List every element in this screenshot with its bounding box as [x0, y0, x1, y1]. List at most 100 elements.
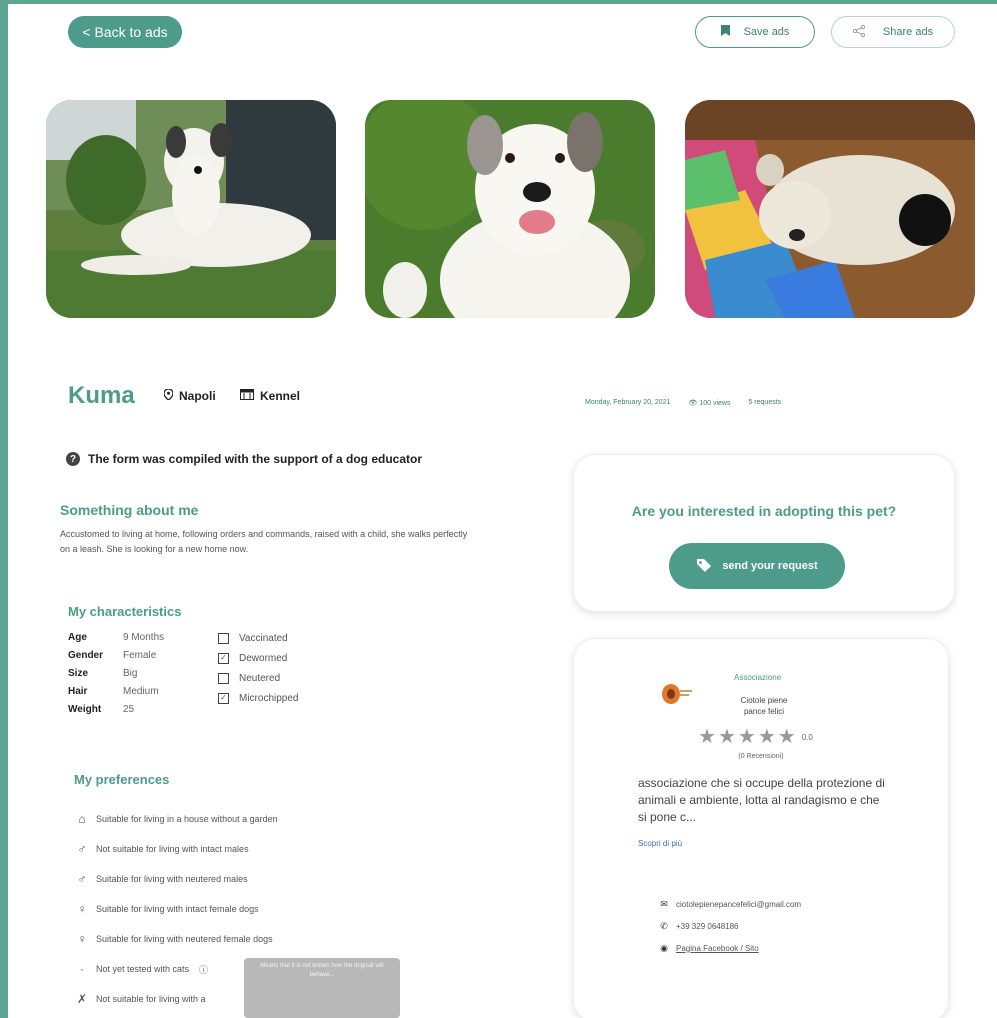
- char-key: Hair: [68, 685, 88, 697]
- email-text: ciotolepienepancefelici@gmail.com: [676, 899, 802, 909]
- char-key: Size: [68, 667, 89, 679]
- pref-label: Not suitable for living with intact male…: [96, 844, 249, 854]
- save-ads-button[interactable]: Save ads: [695, 16, 815, 48]
- male-dog-icon: ♂: [77, 872, 87, 886]
- char-value: 25: [123, 703, 135, 715]
- checkbox-checked-icon: ✓: [218, 692, 229, 704]
- pref-item: ♂ Suitable for living with neutered male…: [74, 864, 278, 894]
- check-vaccinated: Vaccinated: [218, 628, 298, 648]
- send-request-label: send your request: [722, 560, 818, 572]
- pref-label: Not suitable for living with a: [96, 994, 206, 1004]
- info-tooltip: Means that it is not known how the dog/c…: [244, 958, 400, 1018]
- pref-label: Suitable for living in a house without a…: [96, 814, 278, 824]
- check-label: Neutered: [239, 672, 281, 684]
- preferences-title: My preferences: [74, 772, 170, 787]
- contact-email[interactable]: ✉ ciotolepienepancefelici@gmail.com: [658, 893, 801, 915]
- pref-label: Not yet tested with cats: [96, 964, 190, 974]
- star-icon: ★: [737, 726, 756, 748]
- views-label: 100 views: [699, 400, 731, 407]
- pref-item: ♂ Not suitable for living with intact ma…: [74, 834, 278, 864]
- female-dog-icon: ♀: [77, 932, 87, 946]
- pref-item: ♀ Suitable for living with neutered fema…: [74, 924, 278, 954]
- rating-stars: ★ ★ ★ ★ ★ 0.0: [698, 727, 813, 747]
- association-type: Associazione: [734, 673, 782, 682]
- char-key: Gender: [68, 649, 104, 661]
- star-icon: ★: [717, 726, 736, 748]
- info-icon[interactable]: ⓘ: [199, 963, 208, 976]
- star-icon: ★: [777, 726, 796, 748]
- char-value: Big: [123, 667, 138, 679]
- photo-dog-smiling-on-grass[interactable]: [365, 100, 655, 318]
- check-label: Dewormed: [239, 652, 288, 664]
- location-pin-icon: [163, 388, 174, 403]
- contact-phone[interactable]: ✆ +39 329 0648186: [658, 915, 801, 937]
- house-icon: ⌂: [78, 812, 86, 826]
- char-key: Age: [68, 631, 87, 643]
- pref-label: Suitable for living with neutered female…: [96, 934, 273, 944]
- about-text: Accustomed to living at home, following …: [60, 529, 468, 554]
- bookmark-icon: [720, 25, 730, 39]
- share-label: Share ads: [882, 26, 934, 38]
- characteristics-title: My characteristics: [68, 604, 182, 619]
- eye-icon: 👁: [688, 400, 698, 407]
- check-neutered: Neutered: [218, 668, 298, 688]
- male-dog-icon: ♂: [77, 842, 87, 856]
- char-value: Medium: [123, 685, 159, 697]
- check-label: Vaccinated: [239, 632, 288, 644]
- checkbox-icon: [218, 672, 229, 684]
- discover-more-link[interactable]: Scopri di più: [638, 839, 682, 848]
- association-contacts: ✉ ciotolepienepancefelici@gmail.com ✆ +3…: [658, 893, 801, 959]
- check-dewormed: ✓ Dewormed: [218, 648, 298, 668]
- reviews-count: (0 Recensioni): [738, 753, 784, 760]
- association-logo[interactable]: [660, 681, 692, 707]
- share-icon: [852, 24, 866, 40]
- health-checklist: Vaccinated ✓ Dewormed Neutered ✓ Microch…: [218, 628, 298, 708]
- star-icon: ★: [698, 726, 716, 748]
- association-description: associazione che si occupe della protezi…: [638, 776, 885, 824]
- send-request-button[interactable]: send your request: [669, 543, 845, 589]
- page: < Back to ads Save ads Share ads Kuma Na…: [8, 4, 997, 1018]
- links-text: Pagina Facebook / Sito: [676, 943, 759, 953]
- educator-text: The form was compiled with the support o…: [88, 452, 423, 466]
- phone-text: +39 329 0648186: [676, 921, 739, 931]
- adopt-question: Are you interested in adopting this pet?: [631, 503, 897, 519]
- back-to-ads-button[interactable]: < Back to ads: [68, 16, 182, 48]
- association-name[interactable]: Ciotole piene pance felici: [734, 695, 794, 717]
- char-row-age: Age 9 Months: [68, 628, 216, 646]
- check-label: Microchipped: [239, 692, 299, 704]
- ad-views: 👁 100 views: [688, 399, 730, 407]
- photo-dog-curled-on-floor[interactable]: [685, 100, 975, 318]
- tag-icon: [696, 558, 712, 575]
- educator-note: ? The form was compiled with the support…: [66, 452, 422, 466]
- email-icon: ✉: [660, 898, 668, 909]
- star-icon: ★: [757, 726, 776, 748]
- checkbox-checked-icon: ✓: [218, 652, 229, 664]
- association-card: Associazione Ciotole piene pance felici …: [573, 638, 949, 1018]
- child-icon: ✗: [76, 992, 88, 1006]
- female-dog-icon: ♀: [77, 902, 87, 916]
- phone-icon: ✆: [660, 920, 668, 931]
- rating-value: 0.0: [801, 732, 813, 742]
- char-row-gender: Gender Female: [68, 646, 216, 664]
- pref-item: ⌂ Suitable for living in a house without…: [74, 804, 278, 834]
- share-ads-button[interactable]: Share ads: [831, 16, 955, 48]
- pet-kennel-label: Kennel: [260, 389, 301, 403]
- contact-links[interactable]: ◉ Pagina Facebook / Sito: [658, 937, 801, 959]
- pref-item: ♀ Suitable for living with intact female…: [74, 894, 278, 924]
- adopt-card: Are you interested in adopting this pet?…: [573, 454, 955, 612]
- pet-city-label: Napoli: [179, 389, 216, 403]
- pref-label: Suitable for living with intact female d…: [96, 904, 259, 914]
- char-row-size: Size Big: [68, 664, 216, 682]
- photo-dog-lying-on-grass[interactable]: [46, 100, 336, 318]
- pet-city: Napoli: [163, 388, 216, 403]
- cat-icon: ·: [80, 962, 84, 976]
- ad-date: Monday, February 20, 2021: [585, 399, 671, 406]
- ad-requests: 5 requests: [748, 399, 782, 406]
- kennel-icon: [240, 389, 254, 403]
- check-microchipped: ✓ Microchipped: [218, 688, 298, 708]
- save-label: Save ads: [743, 26, 790, 38]
- char-row-hair: Hair Medium: [68, 682, 216, 700]
- characteristics-table: Age 9 Months Gender Female Size Big Hair…: [68, 628, 216, 718]
- pet-name: Kuma: [68, 382, 135, 409]
- char-key: Weight: [68, 703, 102, 715]
